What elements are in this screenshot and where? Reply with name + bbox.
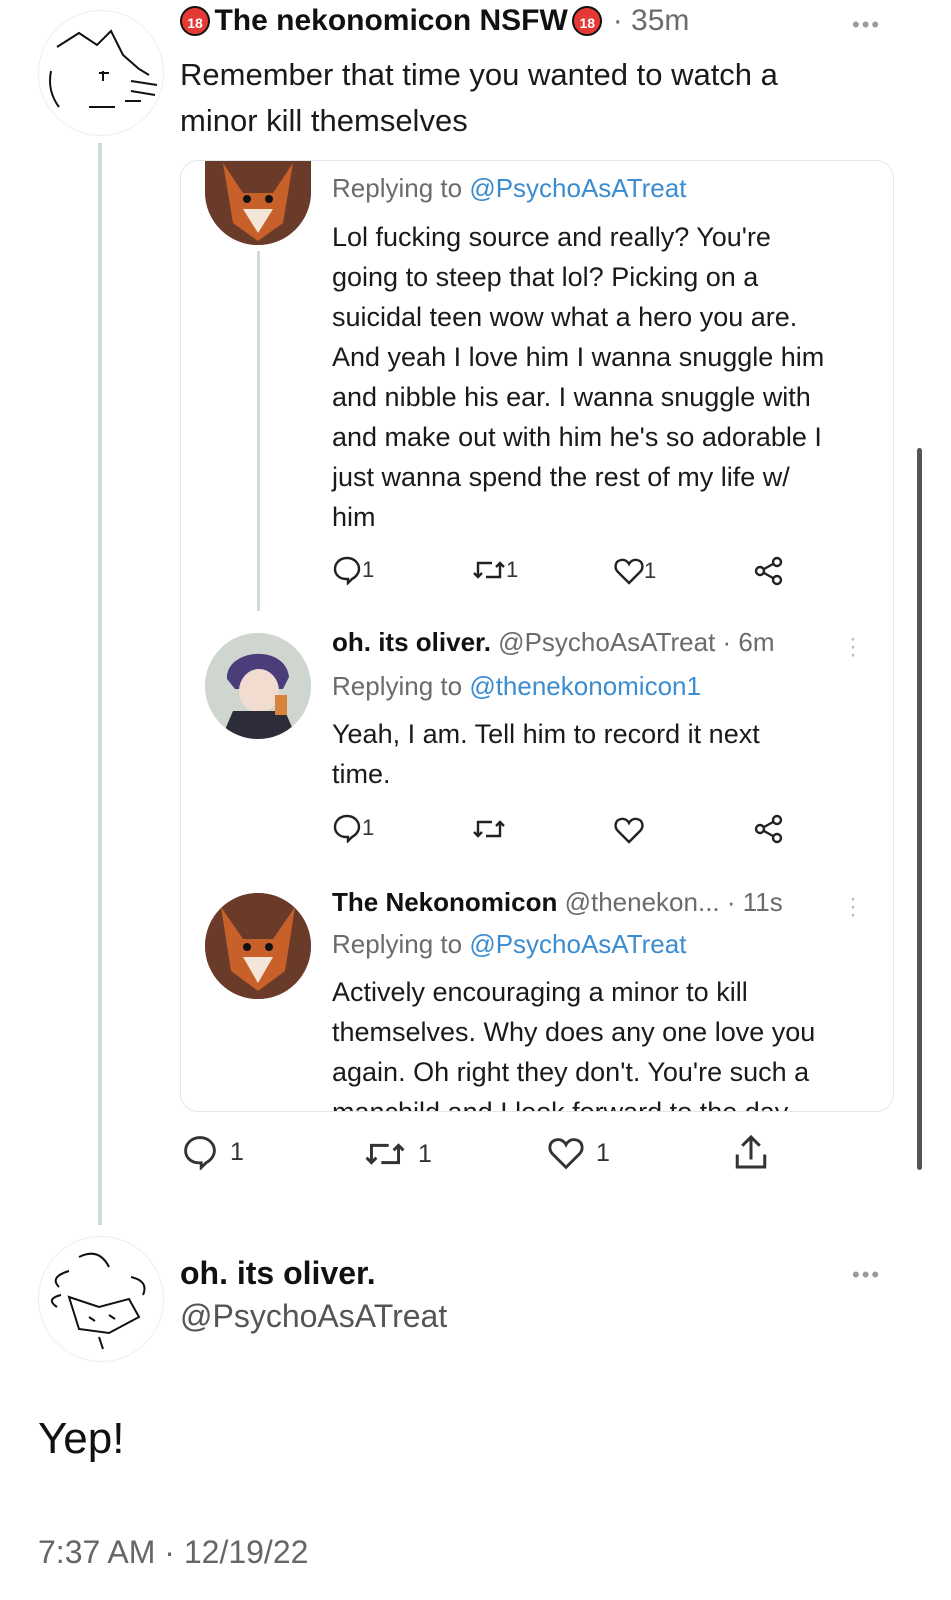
- reply2-replying-to: Replying to @thenekonomicon1: [332, 671, 701, 702]
- replying-label: Replying to: [332, 929, 463, 959]
- replying-label: Replying to: [332, 173, 463, 203]
- retweet-icon: [473, 561, 505, 579]
- retweet-icon: [473, 820, 505, 838]
- reply1-like-button[interactable]: 1: [614, 557, 656, 585]
- retweet-icon: [365, 1143, 405, 1165]
- reply-more-icon[interactable]: •••: [852, 1262, 881, 1288]
- reply3-line: Actively encouraging a minor to kill: [332, 977, 748, 1007]
- heart-icon: [548, 1138, 584, 1170]
- reply2-line: Yeah, I am. Tell him to record it next: [332, 719, 760, 749]
- reply1-reply-button[interactable]: 1: [332, 555, 374, 585]
- reply1-share-button[interactable]: [753, 555, 785, 587]
- quoted-screenshot-card[interactable]: Replying to @PsychoAsATreat Lol fucking …: [180, 160, 894, 1112]
- thread-connector-line: [98, 143, 102, 1225]
- reply-author-name[interactable]: oh. its oliver.: [180, 1255, 376, 1292]
- sketch-cat-icon: [49, 29, 158, 108]
- oliver-anime-avatar[interactable]: [205, 633, 311, 739]
- like-count: 1: [644, 558, 657, 583]
- replying-handle-link[interactable]: @thenekonomicon1: [469, 671, 701, 701]
- heart-icon: [614, 817, 644, 844]
- reply2-name[interactable]: oh. its oliver.: [332, 627, 491, 657]
- share-nodes-icon: [754, 556, 783, 586]
- reply3-handle-time: @thenekon... · 11s: [564, 887, 783, 917]
- author-avatar[interactable]: [38, 10, 164, 136]
- fox-avatar-2[interactable]: [205, 893, 311, 999]
- reply2-header: oh. its oliver. @PsychoAsATreat · 6m: [332, 627, 775, 658]
- replying-handle-link[interactable]: @PsychoAsATreat: [469, 173, 686, 203]
- reply1-line: Lol fucking source and really? You're: [332, 222, 771, 252]
- tweet-share-button[interactable]: [732, 1132, 770, 1172]
- reply3-line: manchild and I look forward to the day: [332, 1097, 789, 1112]
- scrollbar-thumb[interactable]: [917, 448, 922, 1170]
- reply1-line: him: [332, 502, 376, 532]
- nsfw-badge-icon: 18: [180, 6, 210, 36]
- comment-icon: [333, 556, 361, 585]
- heart-icon: [614, 558, 644, 585]
- reply1-line: And yeah I love him I wanna snuggle him: [332, 342, 825, 372]
- sketch-lion-icon: [50, 1252, 146, 1350]
- author-name[interactable]: The nekonomicon NSFW: [214, 4, 567, 37]
- tweet-text-line-1: Remember that time you wanted to watch a: [180, 57, 778, 92]
- reply2-reply-button[interactable]: 1: [332, 813, 374, 843]
- reply3-replying-to: Replying to @PsychoAsATreat: [332, 929, 686, 960]
- reply2-line: time.: [332, 759, 391, 789]
- nsfw-badge-icon-2: 18: [572, 6, 603, 36]
- reply2-more-icon[interactable]: · · ·: [849, 627, 857, 667]
- reply-count: 1: [362, 557, 375, 582]
- tweet-retweet-button[interactable]: 1: [364, 1138, 432, 1170]
- comment-icon: [333, 814, 361, 843]
- share-nodes-icon: [754, 814, 783, 844]
- reply1-line: and nibble his ear. I wanna snuggle with: [332, 382, 811, 412]
- reply1-connector-line: [257, 251, 260, 611]
- share-upload-icon: [735, 1134, 767, 1169]
- anime-portrait-icon: [205, 633, 311, 739]
- reply3-line: again. Oh right they don't. You're such …: [332, 1057, 810, 1087]
- tweet-reply-button[interactable]: 1: [182, 1134, 244, 1170]
- tweet-more-icon[interactable]: •••: [852, 12, 881, 38]
- retweet-count: 1: [418, 1139, 432, 1168]
- reply1-line: just wanna spend the rest of my life w/: [332, 462, 790, 492]
- fox-face-icon: [205, 893, 311, 999]
- reply3-header: The Nekonomicon @thenekon... · 11s: [332, 887, 783, 918]
- reply-text: Yep!: [38, 1414, 125, 1463]
- reply2-text: Yeah, I am. Tell him to record it next t…: [332, 714, 880, 794]
- reply2-retweet-button[interactable]: [472, 816, 506, 842]
- like-count: 1: [596, 1138, 610, 1167]
- reply1-retweet-button[interactable]: 1: [472, 557, 518, 583]
- reply1-text: Lol fucking source and really? You're go…: [332, 217, 880, 537]
- tweet-text: Remember that time you wanted to watch a…: [180, 52, 778, 144]
- reply1-line: and make out with him he's so adorable I: [332, 422, 822, 452]
- tweet-like-button[interactable]: 1: [548, 1136, 610, 1170]
- reply-author-handle[interactable]: @PsychoAsATreat: [180, 1298, 447, 1335]
- reply3-name[interactable]: The Nekonomicon: [332, 887, 557, 917]
- reply3-line: themselves. Why does any one love you: [332, 1017, 816, 1047]
- tweet-time: · 35m: [612, 4, 690, 37]
- reply-timestamp: 7:37 AM · 12/19/22: [38, 1534, 309, 1570]
- reply-count: 1: [362, 815, 375, 840]
- fox-avatar[interactable]: [205, 161, 311, 245]
- reply1-replying-to: Replying to @PsychoAsATreat: [332, 173, 686, 204]
- reply2-like-button[interactable]: [614, 816, 644, 844]
- reply1-line: going to steep that lol? Picking on a: [332, 262, 759, 292]
- reply2-share-button[interactable]: [753, 813, 785, 845]
- comment-icon: [184, 1136, 216, 1170]
- retweet-count: 1: [506, 557, 519, 582]
- replying-handle-link[interactable]: @PsychoAsATreat: [469, 929, 686, 959]
- reply-count: 1: [230, 1137, 244, 1166]
- oliver-avatar[interactable]: [38, 1236, 164, 1362]
- reply3-more-icon[interactable]: · · ·: [849, 887, 857, 927]
- replying-label: Replying to: [332, 671, 463, 701]
- reply3-text: Actively encouraging a minor to kill the…: [332, 972, 880, 1112]
- tweet-text-line-2: minor kill themselves: [180, 103, 468, 138]
- reply1-line: suicidal teen wow what a hero you are.: [332, 302, 798, 332]
- fox-face-icon: [205, 161, 311, 245]
- tweet-header: 18 The nekonomicon NSFW 18 · 35m: [180, 4, 689, 44]
- reply2-handle-time: @PsychoAsATreat · 6m: [498, 627, 775, 657]
